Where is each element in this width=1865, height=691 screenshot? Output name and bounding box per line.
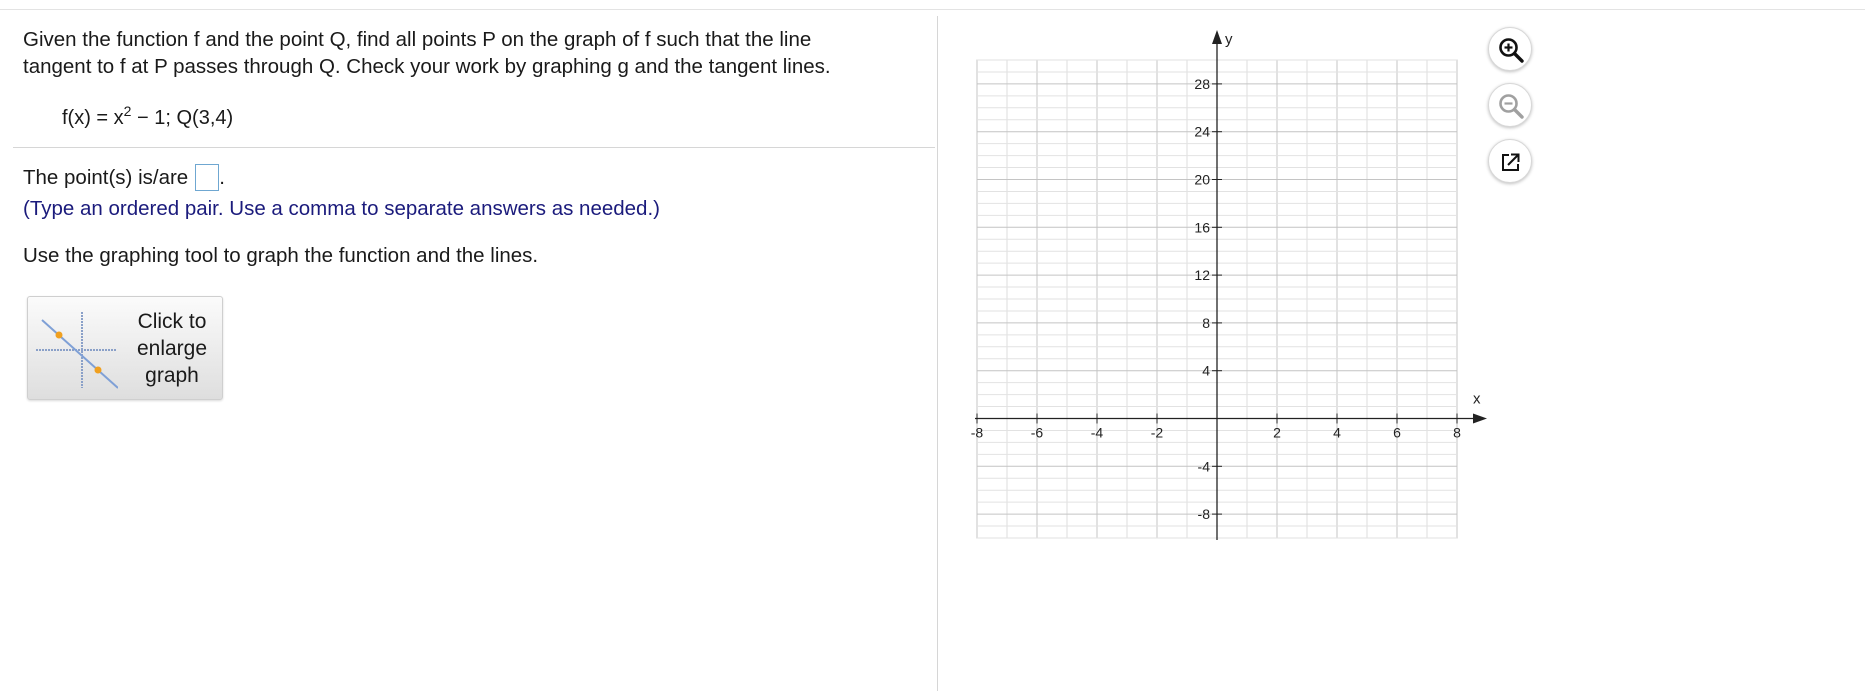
x-tick-label: -4 <box>1091 425 1104 441</box>
y-axis-label: y <box>1225 31 1233 48</box>
y-tick-label: 20 <box>1194 172 1210 188</box>
formula-exponent: 2 <box>123 103 132 119</box>
question-panel: Given the function f and the point Q, fi… <box>0 0 935 691</box>
x-tick-label: 4 <box>1333 425 1341 441</box>
answer-hint: (Type an ordered pair. Use a comma to se… <box>23 197 660 220</box>
y-tick-label: 24 <box>1194 124 1210 140</box>
answer-input[interactable] <box>195 164 220 191</box>
function-formula: f(x) = x2 − 1; Q(3,4) <box>62 104 234 130</box>
zoom-in-icon <box>1499 38 1524 63</box>
x-tick-label: 8 <box>1453 425 1461 441</box>
zoom-out-icon <box>1499 94 1524 119</box>
x-tick-label: -8 <box>971 425 984 441</box>
answer-suffix: . <box>219 166 225 189</box>
y-tick-label: 8 <box>1202 315 1210 331</box>
coordinate-graph[interactable]: -8 -6 -4 -2 2 4 6 8282420161284-4-8 x y <box>940 20 1520 550</box>
popout-icon <box>1502 153 1520 171</box>
answer-label: The point(s) is/are <box>23 166 189 189</box>
graph-instruction: Use the graphing tool to graph the funct… <box>23 244 539 267</box>
enlarge-graph-button[interactable]: Click to enlarge graph <box>27 296 223 400</box>
x-tick-label: -6 <box>1031 425 1044 441</box>
y-tick-label: 16 <box>1194 219 1210 235</box>
y-axis-arrow <box>1212 30 1222 44</box>
panel-divider <box>937 16 938 691</box>
formula-rest: − 1; Q(3,4) <box>131 107 234 129</box>
popout-button[interactable] <box>1488 139 1532 183</box>
y-tick-label: -8 <box>1198 506 1211 522</box>
graph-thumbnail-icon <box>36 312 118 389</box>
enlarge-graph-label: Click to enlarge graph <box>136 310 208 387</box>
question-text: Given the function f and the point Q, fi… <box>23 26 903 80</box>
y-tick-label: 4 <box>1202 363 1210 379</box>
x-axis-arrow <box>1473 413 1487 424</box>
zoom-in-button[interactable] <box>1488 27 1532 71</box>
y-tick-label: 12 <box>1194 267 1210 283</box>
y-tick-label: -4 <box>1198 458 1211 474</box>
x-tick-label: -2 <box>1151 425 1164 441</box>
x-axis-label: x <box>1473 391 1481 408</box>
x-tick-label: 2 <box>1273 425 1281 441</box>
answer-row: The point(s) is/are . <box>23 164 225 191</box>
question-line-2: tangent to f at P passes through Q. Chec… <box>23 55 831 78</box>
zoom-out-button[interactable] <box>1488 83 1532 127</box>
formula-base: f(x) = x <box>62 107 124 129</box>
x-tick-label: 6 <box>1393 425 1401 441</box>
section-divider <box>13 147 935 148</box>
y-tick-label: 28 <box>1194 76 1210 92</box>
question-line-1: Given the function f and the point Q, fi… <box>23 28 812 51</box>
